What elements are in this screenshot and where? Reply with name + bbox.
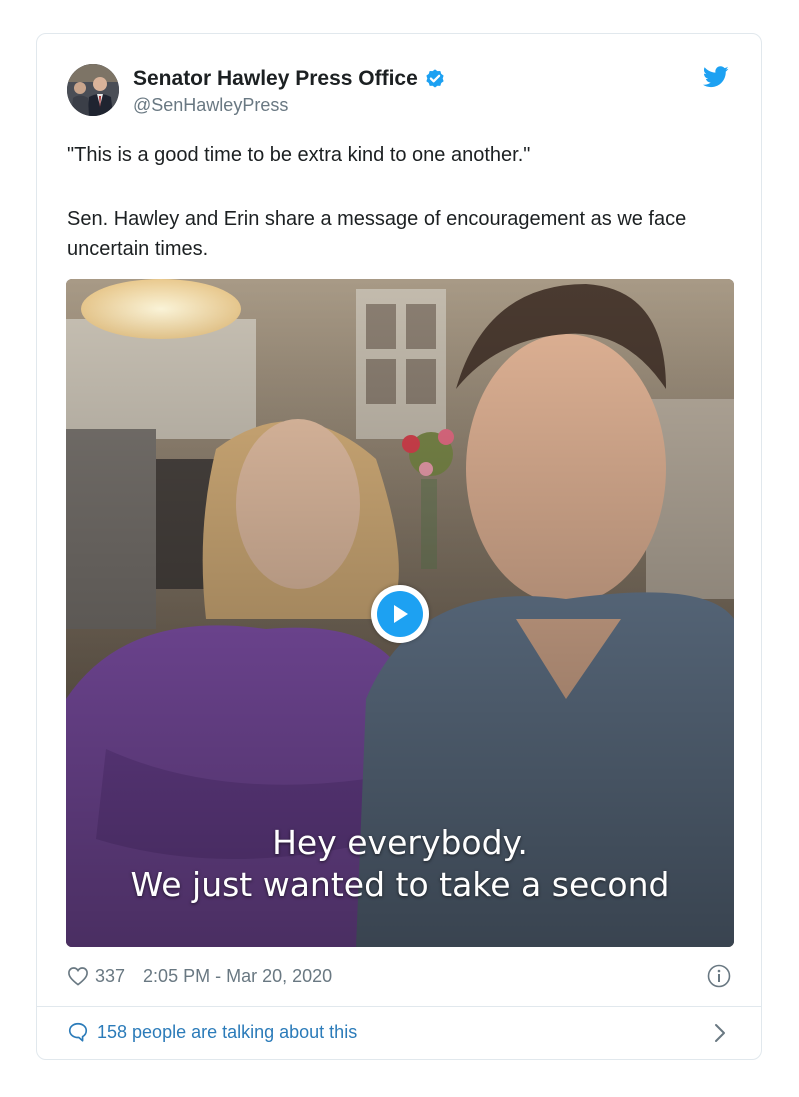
tweet-paragraph-2: Sen. Hawley and Erin share a message of …: [67, 208, 687, 260]
author-avatar[interactable]: [67, 64, 119, 116]
tweet-text: "This is a good time to be extra kind to…: [67, 140, 727, 264]
heart-icon[interactable]: [67, 966, 89, 986]
info-icon[interactable]: [707, 964, 731, 988]
play-icon: [394, 605, 408, 623]
divider: [37, 1006, 761, 1007]
author-handle[interactable]: @SenHawleyPress: [133, 95, 288, 116]
tweet-meta: 337 2:05 PM - Mar 20, 2020: [67, 962, 332, 990]
talking-about-text[interactable]: 158 people are talking about this: [97, 1022, 357, 1043]
tweet-timestamp[interactable]: 2:05 PM - Mar 20, 2020: [143, 966, 332, 987]
like-count[interactable]: 337: [95, 966, 125, 987]
verified-badge-icon: [426, 69, 444, 88]
author-name-row[interactable]: Senator Hawley Press Office: [133, 67, 446, 91]
speech-bubble-icon: [68, 1022, 88, 1042]
tweet-paragraph-1: "This is a good time to be extra kind to…: [67, 144, 531, 166]
chevron-right-icon[interactable]: [713, 1022, 727, 1044]
talking-about-link[interactable]: 158 people are talking about this: [67, 1021, 357, 1043]
video-player[interactable]: Hey everybody. We just wanted to take a …: [66, 279, 734, 947]
play-button[interactable]: [371, 585, 429, 643]
twitter-bird-icon[interactable]: [703, 66, 729, 88]
video-caption-line-2: We just wanted to take a second: [130, 865, 670, 904]
video-caption-line-1: Hey everybody.: [272, 823, 528, 862]
tweet-card: Senator Hawley Press Office @SenHawleyPr…: [36, 33, 762, 1060]
author-name[interactable]: Senator Hawley Press Office: [133, 67, 418, 91]
